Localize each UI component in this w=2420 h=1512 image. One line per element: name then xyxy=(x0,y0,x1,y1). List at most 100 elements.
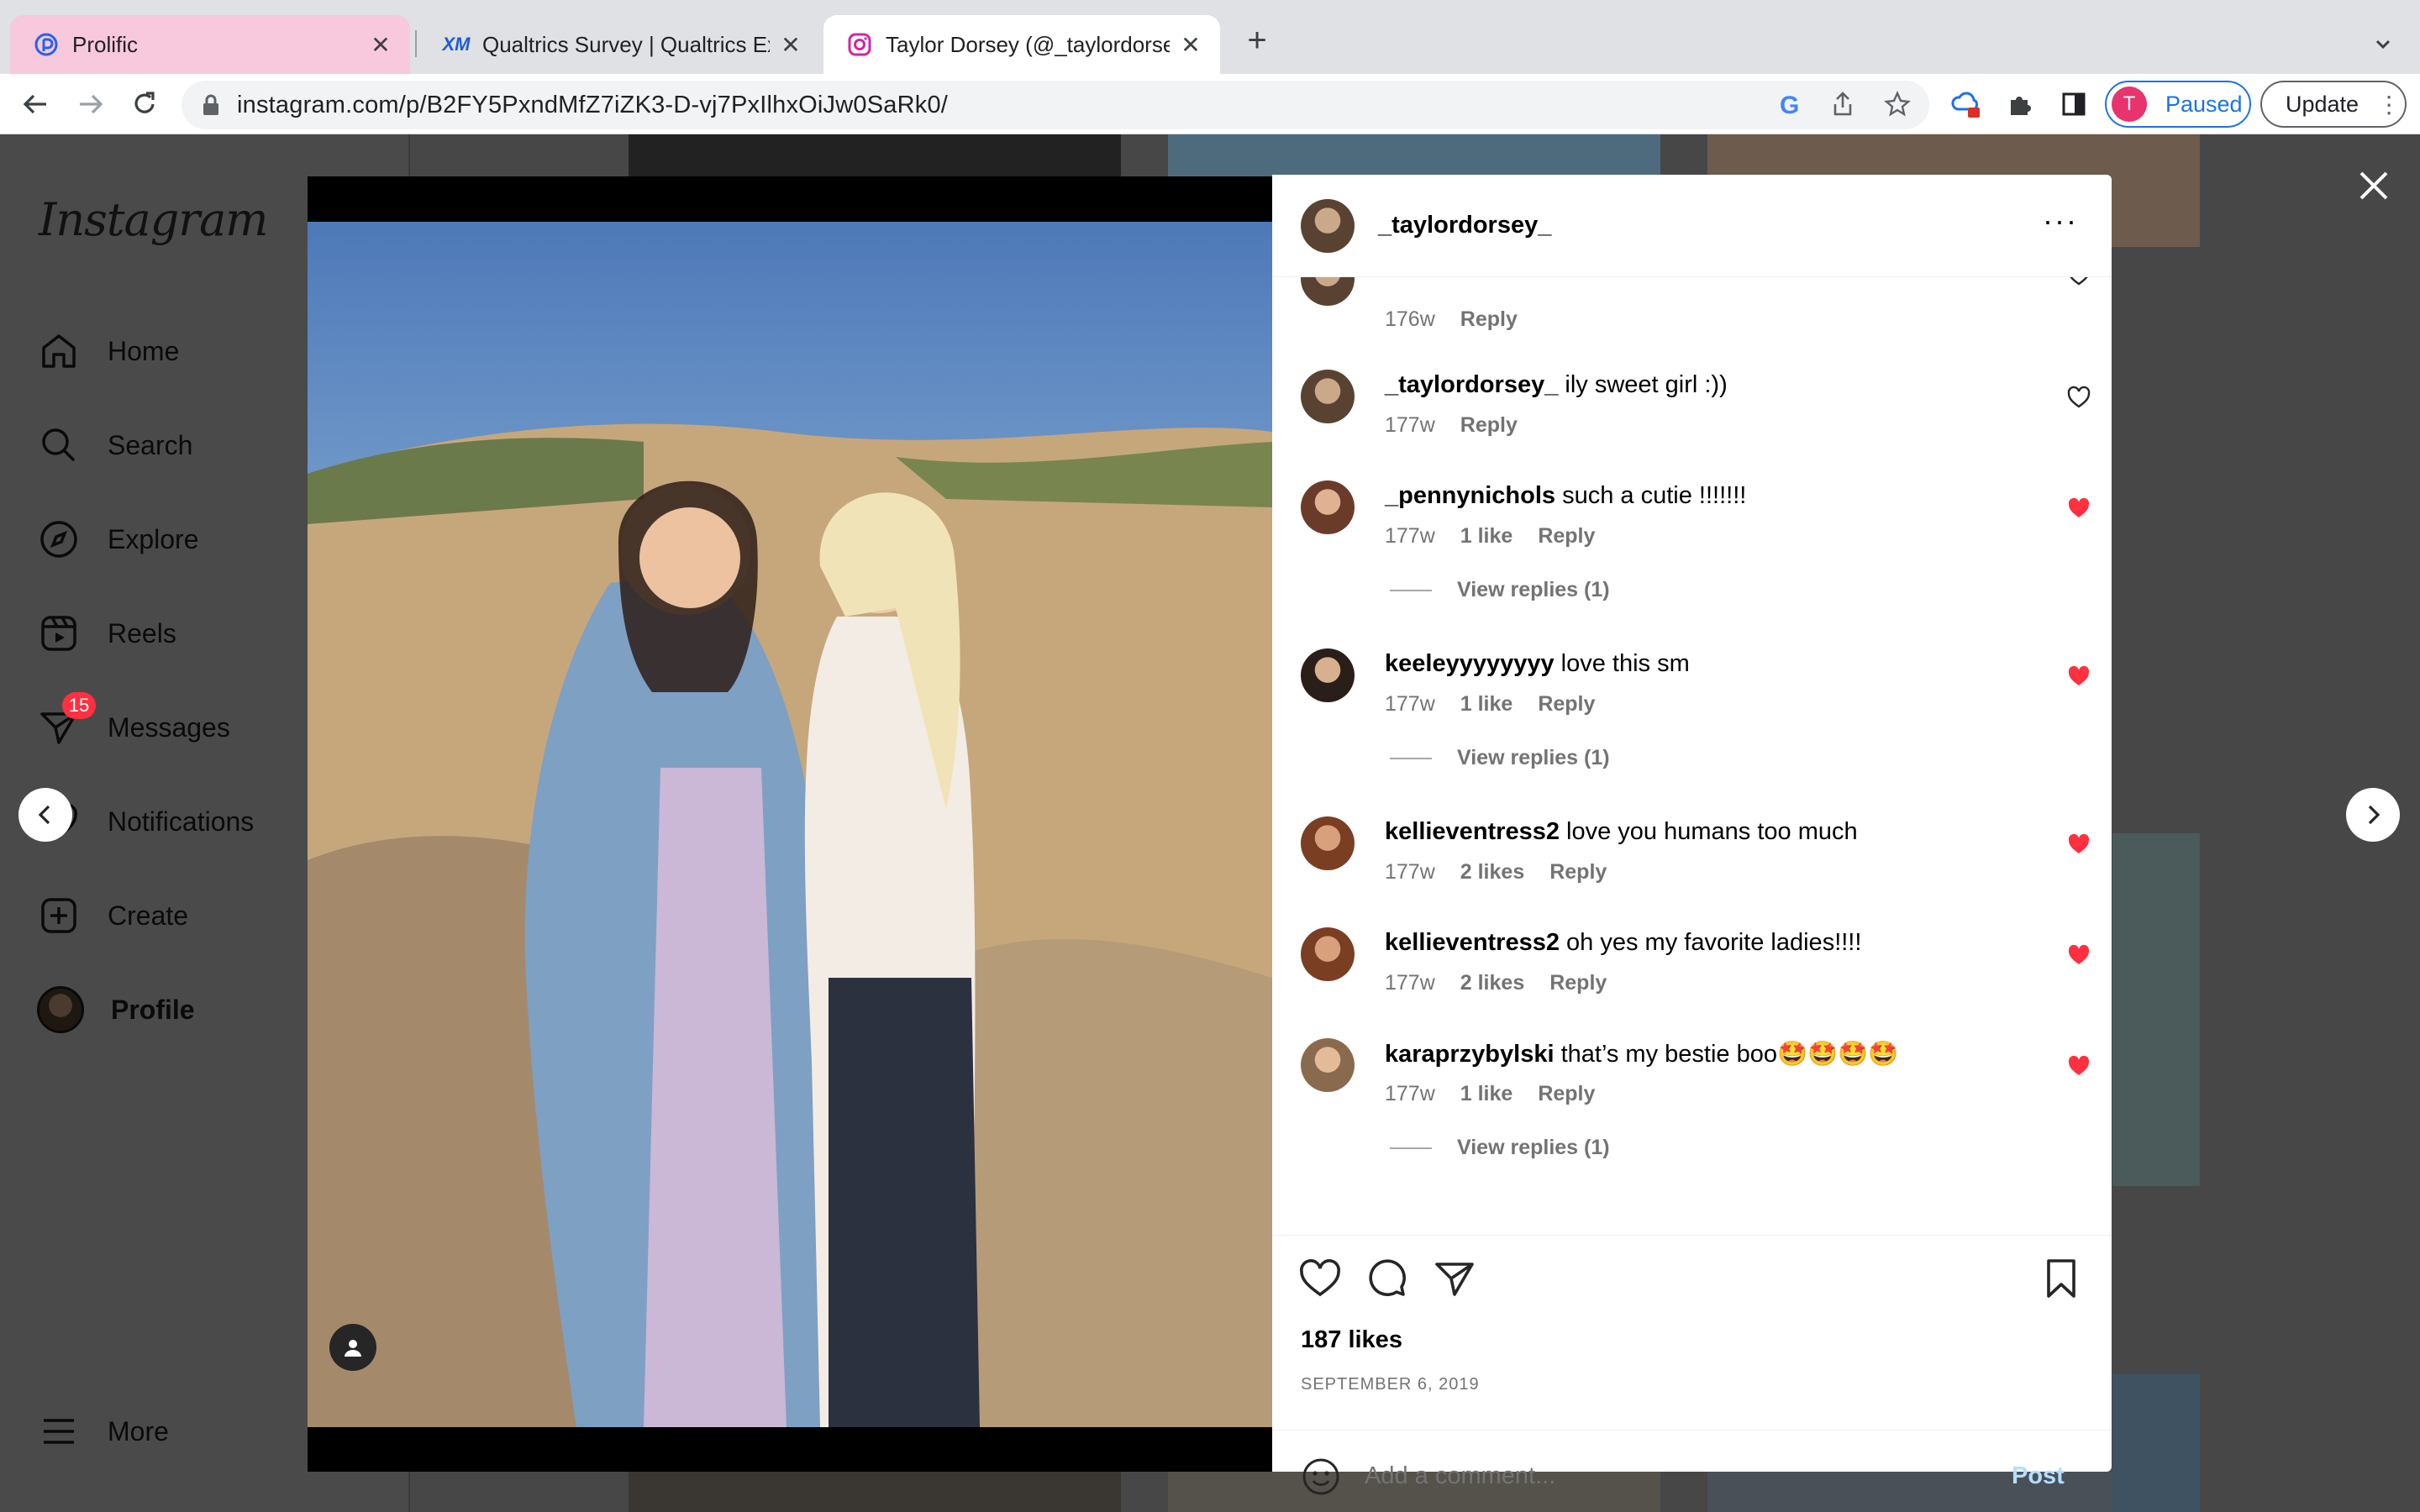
profile-button[interactable]: T Paused xyxy=(2105,81,2251,128)
tagged-users-button[interactable] xyxy=(329,1324,376,1371)
chevron-left-icon xyxy=(38,805,50,825)
side-panel-icon[interactable] xyxy=(2055,86,2092,123)
lock-icon[interactable] xyxy=(202,93,220,121)
heart-filled-icon[interactable] xyxy=(2066,664,2091,689)
sidebar-item-profile[interactable]: Profile xyxy=(37,979,195,1040)
sidebar-item-label: Home xyxy=(108,335,180,366)
sidebar-item-more[interactable]: More xyxy=(37,1401,169,1462)
next-post-button[interactable] xyxy=(2346,788,2400,842)
tab-instagram[interactable]: Taylor Dorsey (@_taylordorsey ✕ xyxy=(823,15,1220,74)
heart-outline-icon[interactable] xyxy=(2066,385,2091,410)
comment-input[interactable] xyxy=(1365,1462,2003,1490)
like-icon[interactable] xyxy=(1297,1256,1343,1301)
view-replies-button[interactable]: View replies (1) xyxy=(1390,746,1610,770)
address-bar[interactable]: instagram.com/p/B2FY5PxndMfZ7iZK3-D-vj7P… xyxy=(182,81,1929,129)
commenter-username[interactable]: _pennynichols xyxy=(1385,482,1555,509)
view-replies-button[interactable]: View replies (1) xyxy=(1390,578,1610,602)
google-icon[interactable]: G xyxy=(1780,92,1799,120)
comment-meta: 176w Reply xyxy=(1385,307,1543,332)
commenter-avatar[interactable] xyxy=(1301,1038,1355,1092)
reload-icon[interactable] xyxy=(126,86,163,123)
comments-list[interactable]: 176w Reply _taylordorsey_ ily sweet girl … xyxy=(1272,277,2112,1201)
feed-thumbnail[interactable] xyxy=(629,1472,1121,1512)
home-icon xyxy=(42,334,76,368)
post-header: _taylordorsey_ ··· xyxy=(1272,175,2112,277)
tab-prolific[interactable]: Prolific ✕ xyxy=(10,15,410,74)
comment-likes[interactable]: 1 like xyxy=(1460,692,1513,716)
comment-meta: 177w 1 like Reply xyxy=(1385,1082,1620,1106)
commenter-avatar[interactable] xyxy=(1301,816,1355,870)
bookmark-star-icon[interactable] xyxy=(1884,91,1911,122)
update-button[interactable]: Update ⋮ xyxy=(2260,81,2407,128)
feed-thumbnail[interactable] xyxy=(1168,134,1660,176)
kebab-menu-icon[interactable]: ⋮ xyxy=(2377,91,2401,118)
share-icon[interactable] xyxy=(1830,91,1855,122)
post-comment-button[interactable]: Post xyxy=(2012,1462,2065,1490)
close-tab-icon[interactable]: ✕ xyxy=(368,32,393,58)
reply-button[interactable]: Reply xyxy=(1549,971,1607,995)
comment-likes[interactable]: 2 likes xyxy=(1460,860,1524,884)
heart-filled-icon[interactable] xyxy=(2066,1053,2091,1079)
commenter-username[interactable]: karaprzybylski xyxy=(1385,1041,1555,1068)
previous-post-button[interactable] xyxy=(18,788,72,842)
feed-thumbnail[interactable] xyxy=(2112,1374,2200,1512)
extension-cloud-icon[interactable] xyxy=(1948,86,1985,123)
author-username[interactable]: _taylordorsey_ xyxy=(1378,212,1551,239)
likes-count[interactable]: 187 likes xyxy=(1301,1326,1402,1354)
post-photo[interactable] xyxy=(308,222,1272,1427)
share-icon[interactable] xyxy=(1432,1256,1477,1301)
tab-qualtrics[interactable]: XM Qualtrics Survey | Qualtrics Exp ✕ xyxy=(420,15,820,74)
sidebar-item-label: Notifications xyxy=(108,806,255,837)
commenter-username[interactable]: kellieventress2 xyxy=(1385,929,1560,956)
feed-thumbnail[interactable] xyxy=(2112,833,2200,1186)
sidebar-item-reels[interactable]: Reels xyxy=(37,603,176,664)
reply-button[interactable]: Reply xyxy=(1538,524,1595,548)
sidebar-item-search[interactable]: Search xyxy=(37,415,192,475)
commenter-username[interactable]: kellieventress2 xyxy=(1385,818,1560,845)
reply-button[interactable]: Reply xyxy=(1538,1082,1595,1105)
view-replies-button[interactable]: View replies (1) xyxy=(1390,1136,1610,1160)
commenter-avatar[interactable] xyxy=(1301,648,1355,702)
tab-search-icon[interactable] xyxy=(2365,25,2402,62)
commenter-avatar[interactable] xyxy=(1301,480,1355,534)
back-icon[interactable] xyxy=(17,86,54,123)
comment-likes[interactable]: 2 likes xyxy=(1460,971,1524,995)
view-replies-label: View replies (1) xyxy=(1457,1136,1610,1159)
tab-title: Taylor Dorsey (@_taylordorsey xyxy=(886,31,1170,57)
reply-button[interactable]: Reply xyxy=(1538,692,1595,716)
new-tab-button[interactable]: + xyxy=(1239,22,1276,59)
comment-time: 177w xyxy=(1385,971,1435,995)
feed-thumbnail[interactable] xyxy=(629,134,1121,176)
commenter-avatar[interactable] xyxy=(1301,927,1355,981)
emoji-icon[interactable] xyxy=(1301,1457,1341,1497)
heart-filled-icon[interactable] xyxy=(2066,832,2091,857)
comment-likes[interactable]: 1 like xyxy=(1460,524,1513,548)
reply-button[interactable]: Reply xyxy=(1460,307,1518,331)
commenter-username[interactable]: keeleyyyyyyyy xyxy=(1385,650,1555,677)
close-icon[interactable] xyxy=(2354,166,2393,205)
heart-outline-icon[interactable] xyxy=(2066,277,2091,287)
commenter-avatar[interactable] xyxy=(1301,277,1355,306)
close-tab-icon[interactable]: ✕ xyxy=(778,32,803,58)
heart-filled-icon[interactable] xyxy=(2066,942,2091,968)
heart-filled-icon[interactable] xyxy=(2066,496,2091,521)
more-options-icon[interactable]: ··· xyxy=(2043,206,2078,236)
sidebar-item-create[interactable]: Create xyxy=(37,885,188,946)
comment-likes[interactable]: 1 like xyxy=(1460,1082,1513,1105)
commenter-avatar[interactable] xyxy=(1301,370,1355,423)
commenter-username[interactable]: _taylordorsey_ xyxy=(1385,371,1558,398)
extensions-puzzle-icon[interactable] xyxy=(2002,86,2039,123)
sidebar-item-explore[interactable]: Explore xyxy=(37,509,199,570)
comment-icon[interactable] xyxy=(1365,1256,1410,1301)
save-bookmark-icon[interactable] xyxy=(2039,1256,2084,1301)
comment-text: _pennynichols such a cutie !!!!!!! xyxy=(1385,482,1746,510)
close-tab-icon[interactable]: ✕ xyxy=(1178,32,1203,58)
instagram-logo[interactable]: Instagram xyxy=(39,193,268,246)
reply-button[interactable]: Reply xyxy=(1460,413,1518,437)
sidebar-item-label: Search xyxy=(108,429,193,460)
reply-button[interactable]: Reply xyxy=(1549,860,1607,884)
sidebar-item-home[interactable]: Home xyxy=(37,321,179,381)
author-avatar[interactable] xyxy=(1301,198,1355,253)
sidebar-item-messages[interactable]: 15 Messages xyxy=(37,692,230,758)
forward-icon[interactable] xyxy=(72,86,109,123)
